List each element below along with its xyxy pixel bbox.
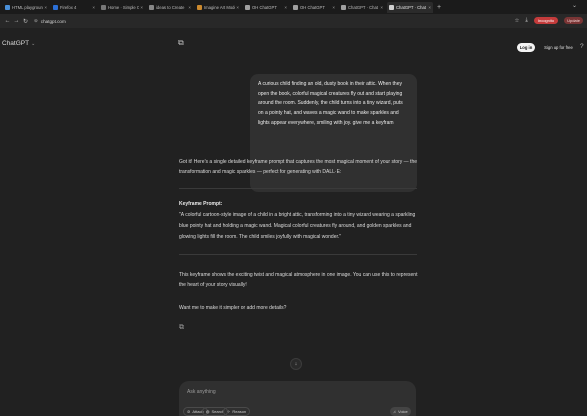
browser-tab[interactable]: ChatGPT · Chat × [339,2,385,13]
reload-icon[interactable]: ↻ [21,18,30,25]
keyframe-prompt: "A colorful cartoon-style image of a chi… [179,212,416,240]
message-input[interactable]: Ask anything [187,389,216,395]
model-selector[interactable]: ChatGPT ⌄ [2,40,35,47]
copy-icon[interactable]: ⧉ [179,324,184,332]
browser-tab[interactable]: OH ChatGPT × [243,2,289,13]
download-icon[interactable]: ⤓ [525,17,527,24]
star-icon[interactable]: ☆ [514,18,519,24]
site-info-icon[interactable]: ⊜ [34,18,38,24]
share-icon[interactable]: ⧉ [178,38,184,48]
address-bar: ← → ↻ ⊜ chatgpt.com ☆ ⤓ Incognito Update [0,14,587,28]
close-icon[interactable]: × [92,5,95,10]
tab-label: Imagine Art Models [204,4,235,10]
tab-label: ideas to Create [156,4,185,10]
signup-button[interactable]: Sign up for free [540,43,577,52]
favicon-icon [389,4,394,10]
forward-icon[interactable]: → [12,18,21,24]
browser-tab[interactable]: Home · Simple Chat× [99,2,145,13]
scroll-down-button[interactable]: ↓ [290,358,302,370]
arrow-down-icon: ↓ [294,361,298,367]
favicon-icon [341,4,346,10]
browser-tab[interactable]: OH ChatGPT × [291,2,337,13]
browser-tab[interactable]: ChatGPT · Chat × [387,1,433,13]
close-icon[interactable]: × [140,5,143,10]
incognito-badge[interactable]: Incognito [533,17,559,24]
favicon-icon [101,4,106,10]
favicon-icon [53,4,58,10]
close-icon[interactable]: × [188,5,191,10]
favicon-icon [245,4,250,10]
address-bar-actions: ☆ ⤓ Incognito Update [514,17,583,24]
update-button[interactable]: Update [564,17,583,24]
tab-label: ChatGPT · Chat [348,4,378,10]
composer: Ask anything ⊘ Attach ◍ Search ✧ Reason … [179,381,416,416]
window-controls[interactable]: ⌄ [572,2,577,9]
back-icon[interactable]: ← [3,18,12,24]
close-icon[interactable]: × [236,5,239,10]
assistant-question: Want me to make it simpler or add more d… [179,305,287,311]
divider [179,254,417,255]
keyframe-title: Keyframe Prompt: [179,201,223,207]
app-title: ChatGPT [2,40,30,47]
tab-label: ChatGPT · Chat [396,4,426,10]
bulb-icon: ✧ [227,409,231,414]
favicon-icon [293,4,298,10]
chevron-down-icon: ⌄ [31,40,36,47]
new-tab-button[interactable]: + [437,4,441,11]
voice-button[interactable]: ♫ Voice [390,407,411,416]
favicon-icon [149,4,154,10]
attach-icon: ⊘ [187,409,191,414]
help-icon[interactable]: ? [580,43,584,50]
browser-tab[interactable]: Firefox 4 × [51,2,97,13]
tab-label: OH ChatGPT [252,4,277,10]
tab-label: Home · Simple Chat [108,4,140,10]
browser-tab[interactable]: HTML playground × [3,2,49,13]
url-field[interactable]: ⊜ chatgpt.com [34,18,66,24]
browser-tab-strip: HTML playground × Firefox 4 × Home · Simple … [0,0,587,14]
close-icon[interactable]: × [332,5,335,10]
url-text: chatgpt.com [40,18,66,24]
favicon-icon [197,4,202,10]
close-icon[interactable]: × [380,5,383,10]
reason-button[interactable]: ✧ Reason [223,407,251,416]
assistant-outro: This keyframe shows the exciting twist a… [179,272,418,288]
assistant-intro: Got it! Here's a single detailed keyfram… [179,159,418,175]
favicon-icon [5,4,10,10]
voice-icon: ♫ [393,409,396,414]
tab-label: OH ChatGPT [300,4,325,10]
close-icon[interactable]: × [44,5,47,10]
browser-tab[interactable]: ideas to Create × [147,2,193,13]
divider [179,188,417,189]
tab-label: Firefox 4 [60,4,77,10]
close-icon[interactable]: × [428,5,431,10]
login-button[interactable]: Log in [517,43,535,52]
globe-icon: ◍ [206,409,210,414]
close-icon[interactable]: × [284,5,287,10]
tab-label: HTML playground [12,4,44,10]
browser-tab[interactable]: Imagine Art Models× [195,2,241,13]
